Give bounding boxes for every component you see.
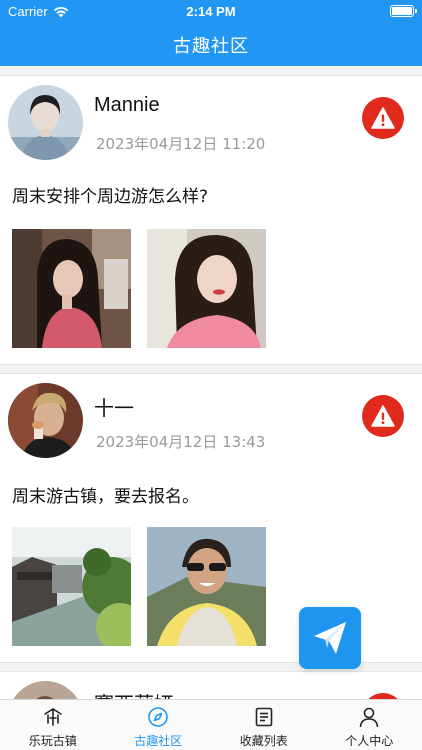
report-button[interactable] [362, 395, 404, 437]
battery-icon [390, 5, 417, 17]
page-title: 古趣社区 [173, 36, 249, 57]
tab-label: 个人中心 [345, 734, 394, 748]
tab-label: 古趣社区 [134, 734, 183, 748]
paper-plane-icon [314, 622, 346, 654]
avatar[interactable] [8, 383, 83, 458]
tab-label: 收藏列表 [239, 734, 288, 748]
pagoda-icon [43, 708, 62, 726]
post-text: 周末游古镇，要去报名。 [12, 487, 199, 507]
tab-profile[interactable]: 个人中心 [317, 700, 422, 750]
report-button[interactable] [362, 97, 404, 139]
tab-label: 乐玩古镇 [28, 734, 77, 748]
tab-community[interactable]: 古趣社区 [106, 700, 212, 750]
status-bar: Carrier 2:14 PM [0, 0, 422, 22]
app-screen: Carrier 2:14 PM 古趣社区 Mannie 2023年04月12日 … [0, 0, 422, 750]
top-bar: Carrier 2:14 PM 古趣社区 [0, 0, 422, 66]
tab-bar: 乐玩古镇 古趣社区 收藏列表 个人中心 [0, 699, 422, 750]
post-timestamp: 2023年04月12日 11:20 [96, 135, 266, 153]
warning-icon [371, 405, 395, 427]
post-photo[interactable] [12, 527, 131, 646]
compass-icon [148, 707, 169, 727]
post-photo[interactable] [147, 229, 266, 348]
post-timestamp: 2023年04月12日 13:43 [96, 433, 266, 451]
warning-icon [371, 107, 395, 129]
person-icon [359, 707, 379, 728]
tab-favorites[interactable]: 收藏列表 [211, 700, 317, 750]
clock: 2:14 PM [186, 4, 236, 19]
post-username[interactable]: 十一 [94, 392, 134, 421]
list-document-icon [255, 707, 273, 727]
post-photo[interactable] [147, 527, 266, 646]
avatar[interactable] [8, 85, 83, 160]
tab-town[interactable]: 乐玩古镇 [0, 700, 106, 750]
post-card[interactable]: Mannie 2023年04月12日 11:20 周末安排个周边游怎么样? [0, 75, 422, 365]
post-username[interactable]: Mannie [94, 94, 160, 117]
new-post-button[interactable] [299, 607, 361, 669]
post-text: 周末安排个周边游怎么样? [12, 187, 209, 207]
post-photo[interactable] [12, 229, 131, 348]
